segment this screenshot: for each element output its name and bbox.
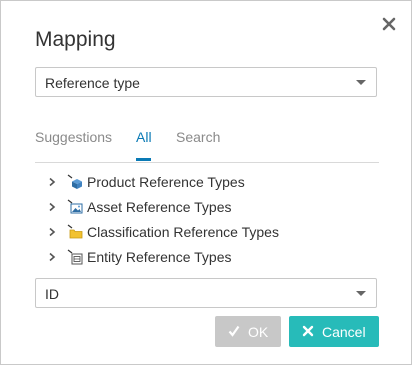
ok-button-label: OK [248,324,269,340]
id-select[interactable]: ID [35,278,377,308]
tree-item-label: Classification Reference Types [87,224,279,240]
tab-search[interactable]: Search [176,129,220,145]
classification-reference-icon [67,224,83,239]
asset-reference-icon [67,199,83,214]
id-select-value: ID [45,286,59,302]
check-icon [228,325,240,337]
caret-down-icon [356,80,366,85]
entity-reference-icon [67,249,83,265]
chevron-right-icon[interactable] [47,202,57,212]
tree-item-product-reference-types[interactable]: Product Reference Types [45,172,345,192]
reference-type-select-value: Reference type [45,75,140,91]
chevron-right-icon[interactable] [47,177,57,187]
close-icon [302,325,314,337]
dialog-title: Mapping [35,28,116,51]
tree-item-asset-reference-types[interactable]: Asset Reference Types [45,197,345,217]
chevron-right-icon[interactable] [47,252,57,262]
cancel-button-label: Cancel [322,324,366,340]
tree-item-label: Product Reference Types [87,174,245,190]
mapping-dialog: Mapping Reference type Suggestions All S… [0,0,412,365]
product-reference-icon [67,174,82,189]
tree-item-classification-reference-types[interactable]: Classification Reference Types [45,222,345,242]
tab-suggestions[interactable]: Suggestions [35,129,112,145]
reference-type-select[interactable]: Reference type [35,67,377,97]
chevron-right-icon[interactable] [47,227,57,237]
ok-button[interactable]: OK [215,316,281,347]
tab-all[interactable]: All [136,129,152,145]
cancel-button[interactable]: Cancel [289,316,379,347]
tree-item-label: Asset Reference Types [87,199,232,215]
caret-down-icon [356,291,366,296]
tree-item-entity-reference-types[interactable]: Entity Reference Types [45,247,345,267]
tree-item-label: Entity Reference Types [87,249,232,265]
tab-bar: Suggestions All Search [35,129,379,163]
close-icon[interactable] [380,15,398,33]
active-tab-indicator [136,158,151,161]
